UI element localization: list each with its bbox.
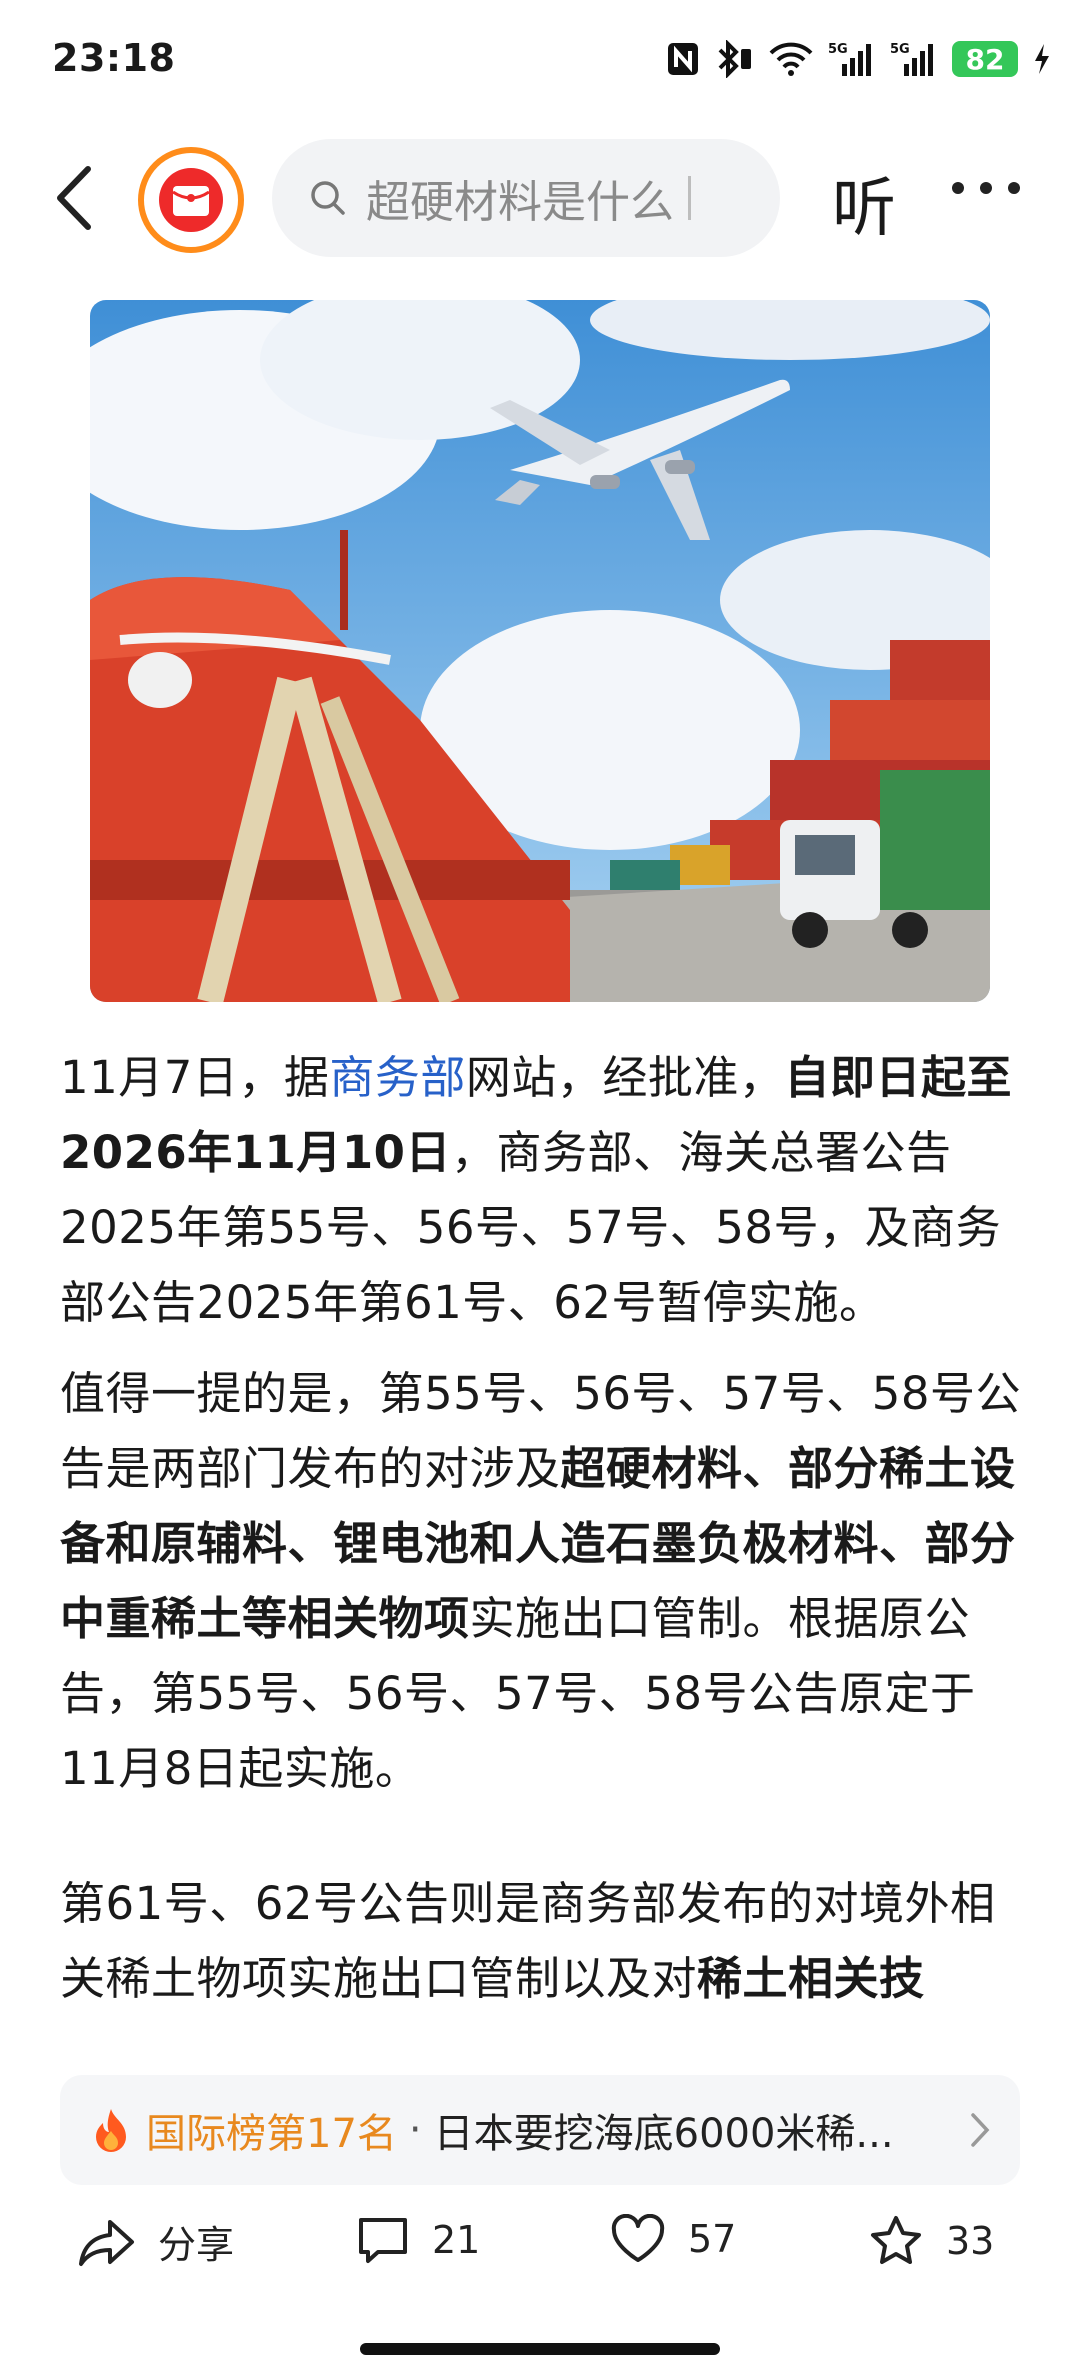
listen-button[interactable]: 听 — [832, 157, 896, 249]
flame-icon — [96, 2109, 126, 2152]
signal-5g-icon: 5G — [828, 40, 876, 78]
article-body: 11月7日，据商务部网站，经批准，自即日起至2026年11月10日，商务部、海关… — [60, 1040, 1025, 2060]
status-icons: 5G 5G 82 — [666, 40, 1052, 78]
status-time: 23:18 — [52, 36, 176, 80]
link-mofcom[interactable]: 商务部 — [329, 1051, 466, 1104]
wifi-icon — [768, 41, 814, 77]
article-hero-image[interactable] — [90, 300, 990, 1002]
comment-count: 21 — [432, 2218, 481, 2262]
article-paragraph: 11月7日，据商务部网站，经批准，自即日起至2026年11月10日，商务部、海关… — [60, 1040, 1025, 1340]
text-run: 网站，经批准， — [465, 1051, 785, 1104]
hot-news-title: 日本要挖海底6000米稀... — [433, 2111, 894, 2157]
bold-text: 稀土相关技 — [697, 1952, 925, 2005]
more-dot — [1008, 182, 1020, 194]
like-count: 57 — [688, 2217, 737, 2261]
article-paragraph: 值得一提的是，第55号、56号、57号、58号公告是两部门发布的对涉及超硬材料、… — [60, 1356, 1025, 1806]
comment-button[interactable]: 21 — [356, 2214, 480, 2266]
app-logo-button[interactable] — [138, 147, 244, 253]
back-arrow-icon — [57, 166, 91, 230]
separator-dot: · — [408, 2107, 422, 2153]
favorite-button[interactable]: 33 — [868, 2214, 994, 2268]
battery-indicator: 82 — [952, 41, 1018, 77]
status-bar: 23:18 5G 5G 82 — [0, 0, 1080, 120]
favorite-count: 33 — [946, 2219, 995, 2263]
svg-text:5G: 5G — [828, 42, 848, 57]
red-packet-icon — [159, 168, 223, 232]
charging-icon — [1032, 42, 1052, 76]
chevron-right-icon — [971, 2113, 990, 2147]
share-label: 分享 — [158, 2223, 235, 2267]
star-icon — [871, 2216, 921, 2264]
search-icon — [311, 181, 345, 215]
bluetooth-icon — [714, 40, 754, 78]
share-icon — [79, 2219, 134, 2266]
like-button[interactable]: 57 — [610, 2214, 736, 2264]
more-dot — [952, 182, 964, 194]
share-button[interactable]: 分享 — [78, 2214, 234, 2269]
more-options-button[interactable] — [952, 173, 1042, 203]
search-placeholder: 超硬材料是什么 — [366, 177, 674, 228]
hot-rank-label: 国际榜第17名 — [146, 2111, 397, 2157]
svg-text:5G: 5G — [890, 42, 910, 57]
nfc-icon — [666, 41, 700, 77]
bottom-action-bar: 分享 21 57 33 — [0, 2200, 1080, 2300]
hot-ranking-bar[interactable]: 国际榜第17名 · 日本要挖海底6000米稀... — [60, 2075, 1020, 2185]
more-dot — [980, 182, 992, 194]
article-paragraph: 第61号、62号公告则是商务部发布的对境外相关稀土物项实施出口管制以及对稀土相关… — [60, 1866, 1025, 2016]
text-run: 11月7日，据 — [60, 1051, 330, 1104]
search-bar[interactable]: 超硬材料是什么 — [272, 139, 780, 257]
search-cursor — [688, 176, 691, 220]
signal-5g-icon: 5G — [890, 40, 938, 78]
comment-icon — [359, 2218, 407, 2263]
home-indicator[interactable] — [360, 2343, 720, 2355]
back-button[interactable] — [48, 163, 108, 233]
heart-icon — [611, 2214, 665, 2262]
ship-port-illustration — [90, 300, 990, 1002]
top-nav: 超硬材料是什么 听 — [0, 135, 1080, 265]
